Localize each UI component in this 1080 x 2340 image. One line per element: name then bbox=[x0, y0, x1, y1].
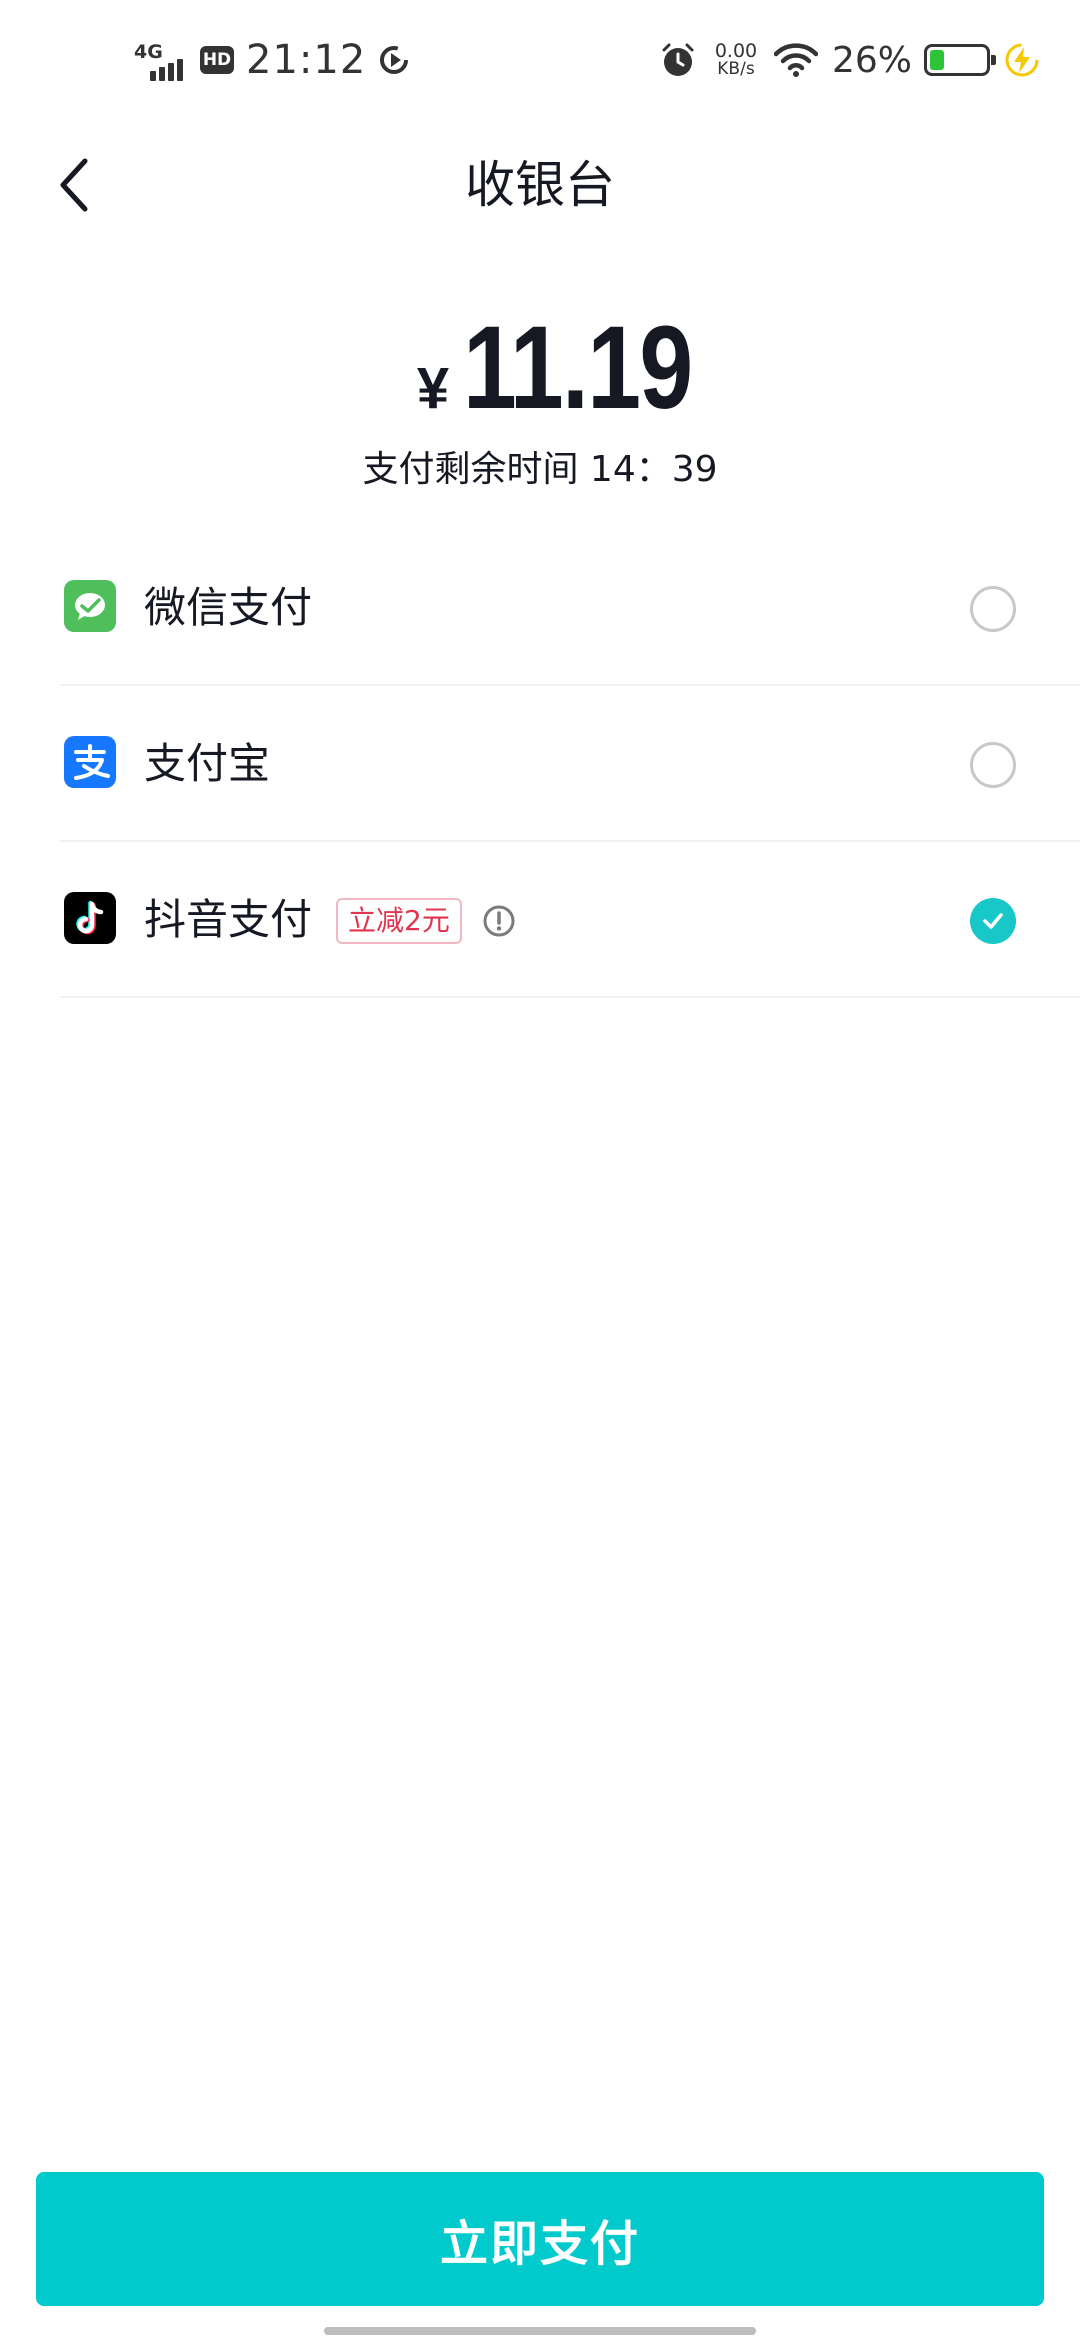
currency-symbol: ¥ bbox=[416, 356, 450, 421]
header: 收银台 bbox=[0, 120, 1080, 250]
status-bar: 4G HD 21:12 0.00 KB/s 26% bbox=[0, 0, 1080, 120]
battery-icon bbox=[924, 44, 996, 76]
wechat-pay-icon bbox=[64, 580, 116, 632]
payment-amount: ¥11.19 bbox=[0, 300, 1080, 436]
pay-now-button[interactable]: 立即支付 bbox=[36, 2172, 1044, 2306]
network-speed: 0.00 KB/s bbox=[714, 40, 758, 79]
battery-level bbox=[930, 50, 945, 70]
radio-unchecked[interactable] bbox=[970, 742, 1016, 788]
charging-icon bbox=[1005, 43, 1039, 77]
home-indicator[interactable] bbox=[324, 2327, 756, 2335]
payment-option-label: 微信支付 bbox=[144, 583, 313, 632]
radio-unchecked[interactable] bbox=[970, 586, 1016, 632]
info-icon[interactable] bbox=[482, 904, 516, 938]
payment-countdown: 支付剩余时间 14：39 bbox=[362, 449, 718, 490]
wifi-icon bbox=[773, 43, 818, 77]
status-left: 4G HD 21:12 bbox=[132, 30, 412, 90]
payment-option-label: 支付宝 bbox=[144, 739, 271, 788]
status-right: 0.00 KB/s 26% bbox=[658, 30, 1040, 90]
clock: 21:12 bbox=[246, 37, 367, 83]
check-icon bbox=[983, 913, 1003, 929]
payment-option-label: 抖音支付 bbox=[144, 895, 313, 944]
payment-option-wechat[interactable]: 微信支付 bbox=[60, 530, 1080, 686]
amount-value: 11.19 bbox=[463, 302, 693, 434]
radio-checked[interactable] bbox=[970, 898, 1016, 944]
play-icon bbox=[380, 46, 409, 74]
page-title: 收银台 bbox=[465, 156, 615, 214]
hd-icon: HD bbox=[200, 46, 234, 74]
payment-option-alipay[interactable]: 支付宝 bbox=[60, 686, 1080, 842]
discount-badge: 立减2元 bbox=[336, 898, 462, 944]
cashier-page: 4G HD 21:12 0.00 KB/s 26% 收银台 ¥ 11.19 支付… bbox=[0, 0, 1080, 2340]
douyin-icon bbox=[64, 892, 116, 944]
alarm-icon bbox=[662, 43, 694, 76]
battery-percent: 26% bbox=[831, 39, 912, 81]
cellular-signal-icon: 4G bbox=[132, 35, 192, 85]
payment-method-list: 微信支付 支付宝 抖音支付 立减2元 bbox=[0, 530, 1080, 998]
alipay-icon bbox=[64, 736, 116, 788]
payment-option-douyin[interactable]: 抖音支付 立减2元 bbox=[60, 842, 1080, 998]
